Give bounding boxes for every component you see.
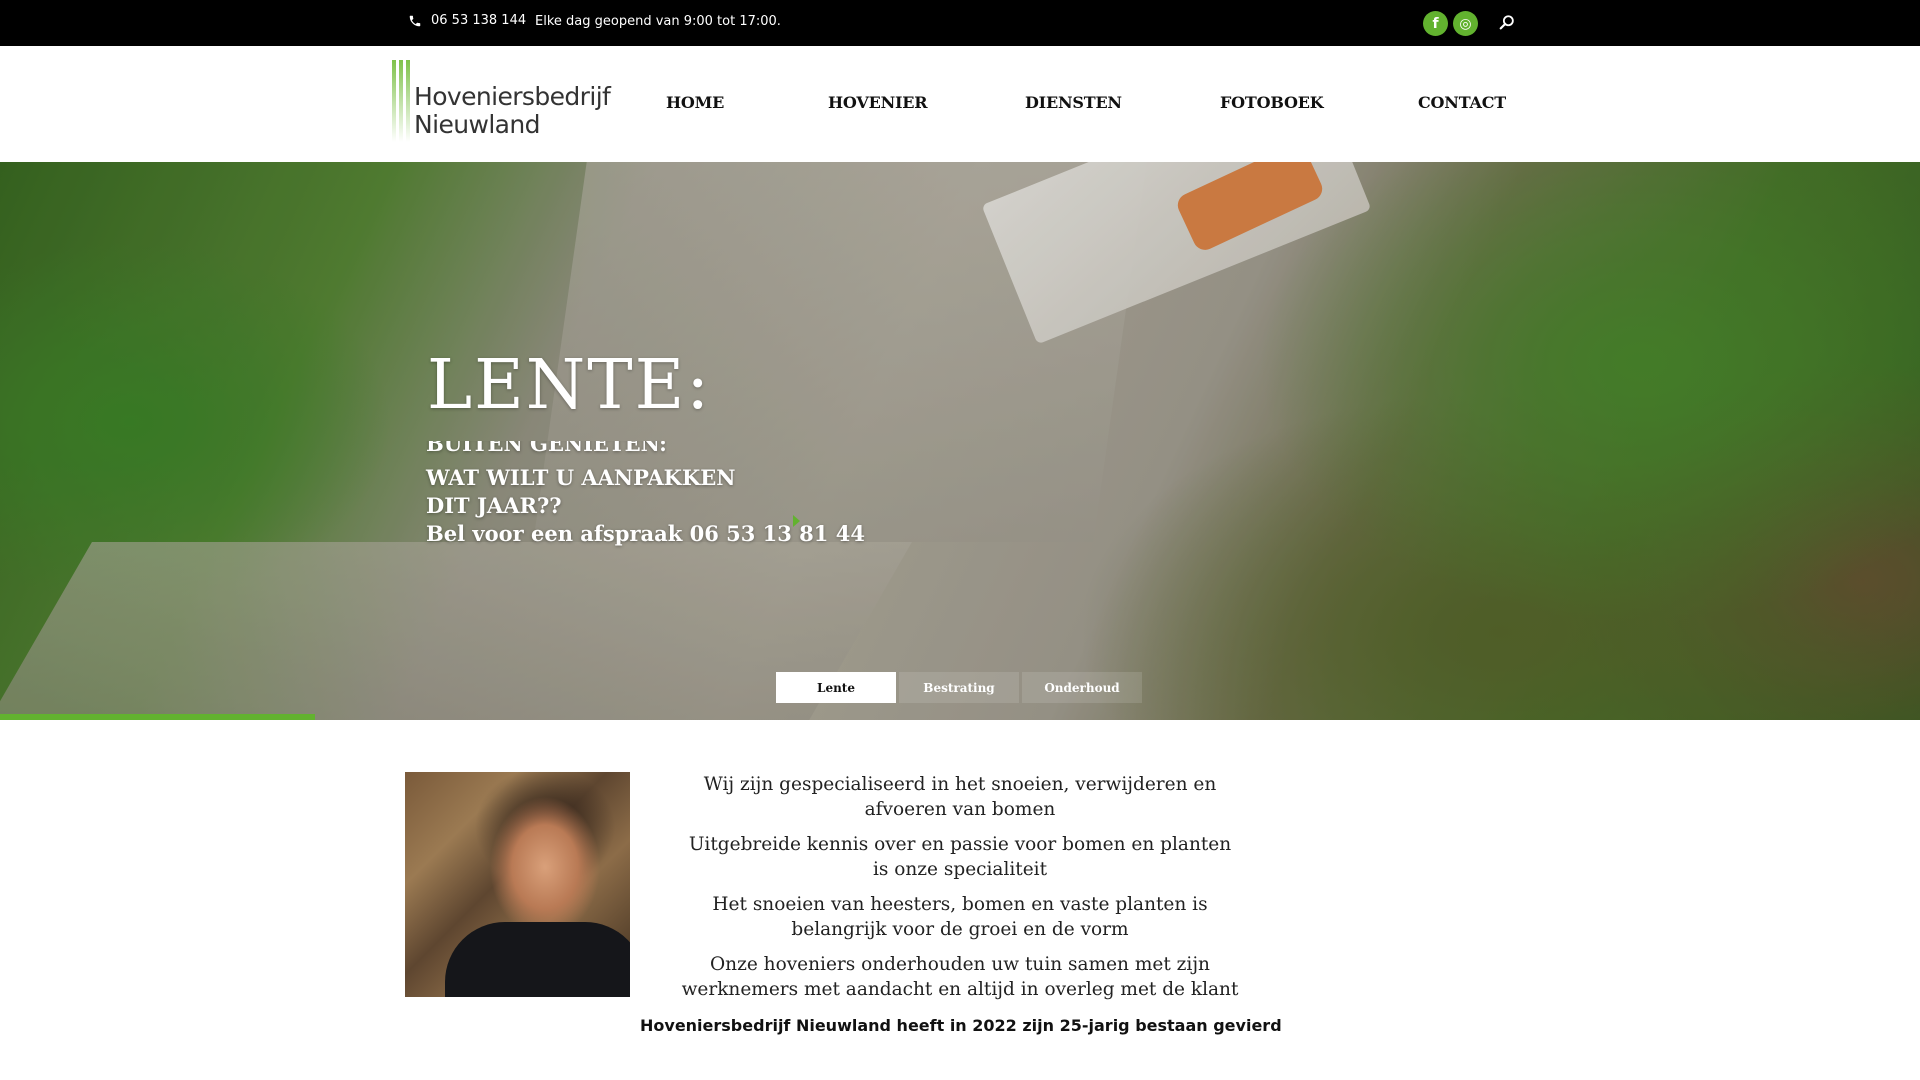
- hero-next-arrow-icon[interactable]: [793, 515, 800, 527]
- phone-icon: [409, 15, 421, 26]
- logo[interactable]: Hoveniersbedrijf Nieuwland: [392, 60, 622, 148]
- intro-paragraph: Wij zijn gespecialiseerd in het snoeien,…: [703, 774, 1217, 820]
- intro-paragraph: Uitgebreide kennis over en passie voor b…: [688, 834, 1232, 880]
- logo-text-line1: Hoveniersbedrijf: [414, 82, 611, 111]
- logo-bar: [399, 60, 403, 142]
- nav-diensten[interactable]: DIENSTEN: [1025, 93, 1122, 112]
- social-links: f ◎: [1423, 11, 1478, 36]
- hero-slider[interactable]: LENTE: BUITEN GENIETEN: WAT WILT U AANPA…: [0, 162, 1920, 720]
- logo-bar: [392, 60, 396, 142]
- search-icon[interactable]: [1498, 14, 1516, 32]
- phone-contact[interactable]: 06 53 138 144: [408, 13, 526, 28]
- instagram-icon[interactable]: ◎: [1453, 11, 1478, 36]
- hero-subtitle-line: WAT WILT U AANPAKKEN: [426, 465, 736, 490]
- nav-contact[interactable]: CONTACT: [1418, 93, 1506, 112]
- hero-title: LENTE:: [427, 346, 712, 425]
- intro-paragraph: Onze hoveniers onderhouden uw tuin samen…: [681, 954, 1239, 1000]
- slide-tab-onderhoud[interactable]: Onderhoud: [1022, 672, 1142, 703]
- hero-overlay: [0, 162, 1920, 720]
- logo-bar: [406, 60, 410, 142]
- slide-tab-bestrating[interactable]: Bestrating: [899, 672, 1019, 703]
- nav-home[interactable]: HOME: [666, 93, 724, 112]
- owner-photo-body: [445, 922, 630, 997]
- slide-tab-lente[interactable]: Lente: [776, 672, 896, 703]
- top-bar: 06 53 138 144 Elke dag geopend van 9:00 …: [0, 0, 1920, 46]
- phone-number: 06 53 138 144: [431, 13, 527, 28]
- anniversary-note: Hoveniersbedrijf Nieuwland heeft in 2022…: [640, 1016, 1282, 1035]
- hero-subtitle-line: DIT JAAR??: [426, 493, 562, 518]
- slider-progress-bar: [0, 714, 315, 720]
- facebook-icon[interactable]: f: [1423, 11, 1448, 36]
- owner-photo: [405, 772, 630, 997]
- intro-paragraph: Het snoeien van heesters, bomen en vaste…: [712, 894, 1208, 940]
- nav-hovenier[interactable]: HOVENIER: [828, 93, 928, 112]
- logo-text-line2: Nieuwland: [414, 110, 541, 139]
- hero-subtitle-clipped-text: BUITEN GENIETEN:: [426, 441, 667, 456]
- hero-subtitle-clipped: BUITEN GENIETEN:: [426, 441, 667, 463]
- site-header: Hoveniersbedrijf Nieuwland HOME HOVENIER…: [0, 46, 1920, 162]
- nav-fotoboek[interactable]: FOTOBOEK: [1220, 93, 1324, 112]
- opening-hours: Elke dag geopend van 9:00 tot 17:00.: [535, 14, 781, 29]
